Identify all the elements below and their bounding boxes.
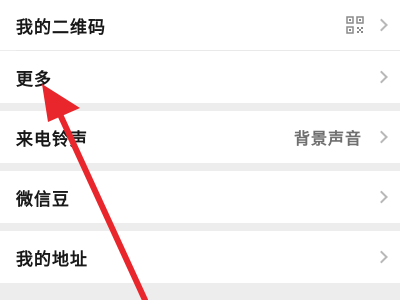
menu-item-more[interactable]: 更多 — [0, 51, 400, 103]
menu-item-address[interactable]: 我的地址 — [0, 231, 400, 283]
menu-item-label: 微信豆 — [16, 189, 70, 210]
chevron-right-icon — [375, 130, 388, 144]
menu-item-label: 更多 — [16, 69, 52, 90]
chevron-right-icon — [375, 190, 388, 204]
menu-item-value: 背景声音 — [293, 129, 362, 148]
menu-item-label: 来电铃声 — [16, 129, 88, 150]
chevron-right-icon — [375, 18, 388, 32]
menu-item-label: 我的二维码 — [16, 17, 106, 38]
chevron-right-icon — [375, 250, 388, 264]
menu-item-qr-code[interactable]: 我的二维码 — [0, 0, 400, 50]
qr-code-icon — [346, 16, 364, 34]
menu-item-ringtone[interactable]: 来电铃声 背景声音 — [0, 111, 400, 163]
menu-item-label: 我的地址 — [16, 249, 88, 270]
menu-item-wechat-beans[interactable]: 微信豆 — [0, 171, 400, 223]
chevron-right-icon — [375, 70, 388, 84]
